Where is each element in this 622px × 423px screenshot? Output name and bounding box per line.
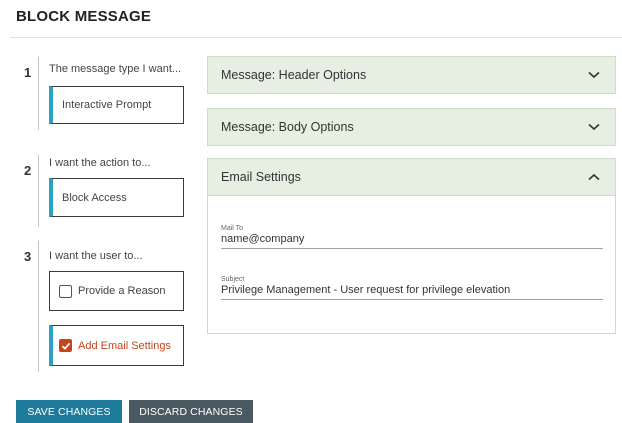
accordion-email-settings[interactable]: Email Settings: [207, 158, 616, 196]
mail-to-field[interactable]: Mail To name@company: [221, 225, 603, 249]
subject-field[interactable]: Subject Privilege Management - User requ…: [221, 276, 603, 300]
discard-changes-button[interactable]: DISCARD CHANGES: [129, 400, 253, 423]
mail-to-input[interactable]: name@company: [221, 233, 603, 245]
title-divider: [10, 37, 622, 38]
message-type-value: Interactive Prompt: [62, 99, 152, 111]
action-value: Block Access: [62, 191, 127, 204]
subject-underline: [221, 299, 603, 300]
step-1-number: 1: [24, 65, 32, 80]
step-3-bar: [38, 241, 39, 372]
provide-reason-checkbox[interactable]: [59, 284, 72, 298]
provide-reason-option[interactable]: Provide a Reason: [49, 271, 184, 311]
chevron-down-icon: [587, 68, 601, 82]
add-email-settings-checkbox[interactable]: [59, 339, 72, 352]
accordion-email-settings-label: Email Settings: [221, 170, 301, 184]
accordion-body-options-label: Message: Body Options: [221, 120, 354, 134]
step-2-label: I want the action to...: [49, 157, 151, 169]
subject-input[interactable]: Privilege Management - User request for …: [221, 284, 603, 296]
provide-reason-label: Provide a Reason: [78, 285, 166, 297]
action-option[interactable]: Block Access: [49, 178, 184, 217]
step-3-label: I want the user to...: [49, 250, 143, 262]
subject-label: Subject: [221, 276, 245, 283]
accordion-header-options-label: Message: Header Options: [221, 68, 367, 82]
accordion-header-options[interactable]: Message: Header Options: [207, 56, 616, 94]
mail-to-underline: [221, 248, 603, 249]
step-2-number: 2: [24, 163, 32, 178]
chevron-up-icon: [587, 170, 601, 184]
step-1-bar: [38, 57, 39, 130]
step-1-label: The message type I want...: [49, 63, 182, 75]
step-2-bar: [38, 155, 39, 227]
chevron-down-icon: [587, 120, 601, 134]
step-3-number: 3: [24, 249, 32, 264]
checkmark-icon: [61, 342, 70, 350]
accordion-body-options[interactable]: Message: Body Options: [207, 108, 616, 146]
save-changes-button[interactable]: SAVE CHANGES: [16, 400, 122, 423]
add-email-settings-label: Add Email Settings: [78, 339, 171, 352]
page-title: BLOCK MESSAGE: [16, 8, 152, 25]
message-type-option[interactable]: Interactive Prompt: [49, 86, 184, 124]
mail-to-label: Mail To: [221, 225, 244, 232]
email-settings-panel: Mail To name@company Subject Privilege M…: [207, 196, 616, 334]
add-email-settings-option[interactable]: Add Email Settings: [49, 325, 184, 366]
